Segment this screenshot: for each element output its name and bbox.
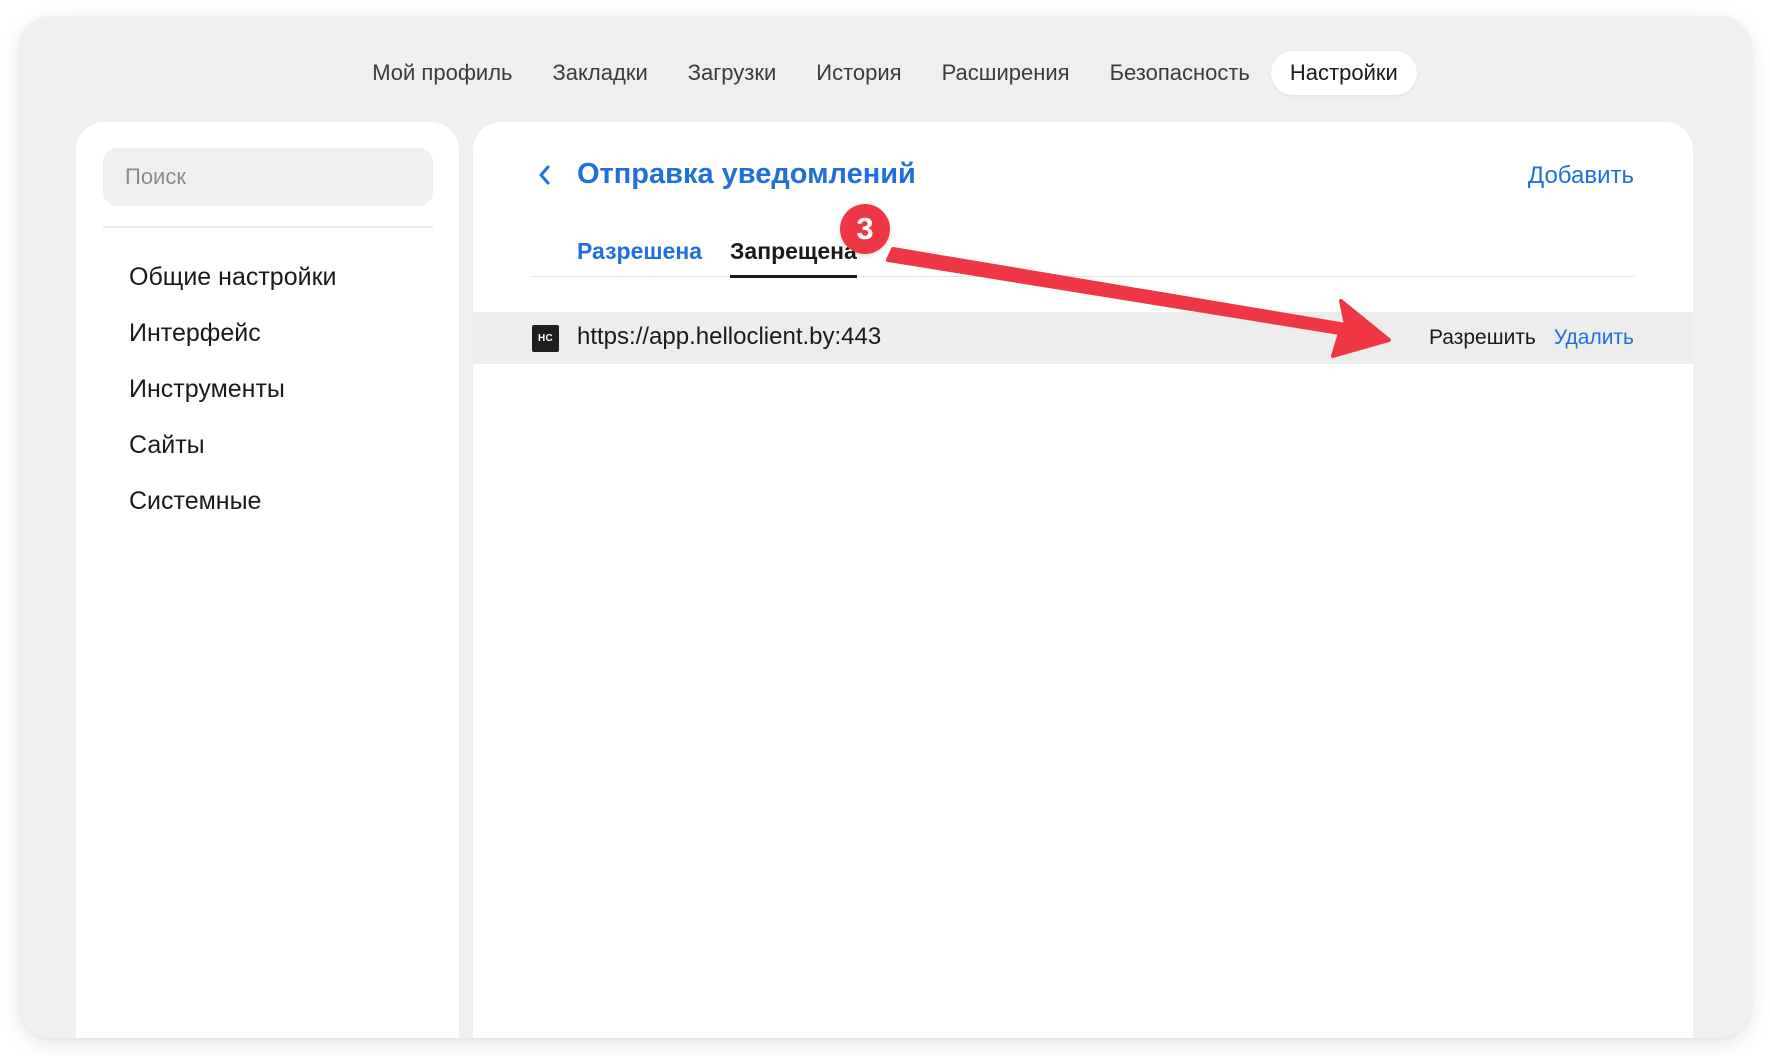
tab-history[interactable]: История	[797, 51, 920, 95]
delete-button[interactable]: Удалить	[1554, 326, 1634, 350]
tab-blocked[interactable]: Запрещена	[730, 238, 857, 278]
search-box[interactable]	[103, 148, 433, 206]
sidebar-item-sites[interactable]: Сайты	[129, 425, 336, 481]
back-button[interactable]	[533, 160, 557, 190]
tab-settings[interactable]: Настройки	[1270, 51, 1417, 95]
tab-security[interactable]: Безопасность	[1091, 51, 1269, 95]
tab-allowed[interactable]: Разрешена	[577, 238, 702, 275]
top-navigation: Мой профиль Закладки Загрузки История Ра…	[19, 51, 1751, 95]
tab-extensions[interactable]: Расширения	[923, 51, 1089, 95]
tab-my-profile[interactable]: Мой профиль	[353, 51, 531, 95]
permission-tabs: Разрешена Запрещена	[532, 212, 1635, 278]
sidebar-item-general[interactable]: Общие настройки	[129, 257, 336, 313]
site-url: https://app.helloclient.by:443	[577, 323, 882, 350]
settings-sidebar: Общие настройки Интерфейс Инструменты Са…	[76, 122, 459, 1038]
chevron-left-icon	[539, 165, 550, 185]
browser-settings-window: Мой профиль Закладки Загрузки История Ра…	[19, 16, 1751, 1038]
site-row: HC https://app.helloclient.by:443 Разреш…	[473, 312, 1693, 364]
add-site-button[interactable]: Добавить	[1528, 162, 1634, 190]
sidebar-item-interface[interactable]: Интерфейс	[129, 313, 336, 369]
settings-main-panel: Отправка уведомлений Добавить Разрешена …	[473, 122, 1693, 1038]
sidebar-divider	[103, 226, 433, 228]
site-favicon: HC	[532, 325, 559, 352]
tab-downloads[interactable]: Загрузки	[669, 51, 796, 95]
sidebar-menu: Общие настройки Интерфейс Инструменты Са…	[129, 257, 336, 537]
sidebar-item-system[interactable]: Системные	[129, 481, 336, 537]
search-input[interactable]	[123, 163, 433, 191]
allow-button[interactable]: Разрешить	[1429, 326, 1536, 350]
sidebar-item-tools[interactable]: Инструменты	[129, 369, 336, 425]
tab-bookmarks[interactable]: Закладки	[534, 51, 667, 95]
page-title: Отправка уведомлений	[577, 158, 916, 190]
